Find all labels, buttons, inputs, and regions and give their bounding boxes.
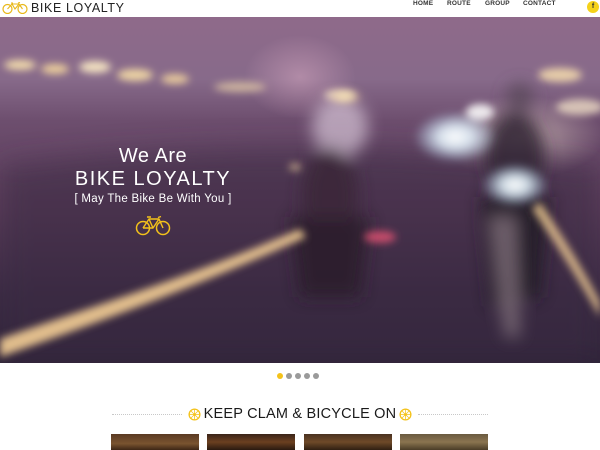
slider-dot[interactable]	[313, 373, 319, 379]
slider-pagination	[277, 373, 319, 379]
section-title: KEEP CLAM & BICYCLE ON	[203, 406, 397, 422]
gallery-thumbnail[interactable]	[304, 434, 392, 450]
site-header: BIKE LOYALTY HOME ROUTE GROUP CONTACT f	[0, 0, 600, 17]
slider-dot[interactable]	[286, 373, 292, 379]
bicycle-icon	[2, 1, 28, 14]
gallery-thumbnail[interactable]	[207, 434, 295, 450]
facebook-icon[interactable]: f	[587, 1, 599, 13]
logo-text: BIKE LOYALTY	[31, 0, 125, 15]
gallery-thumbnail[interactable]	[400, 434, 488, 450]
logo[interactable]: BIKE LOYALTY	[2, 0, 125, 15]
gallery-thumbnails	[111, 434, 489, 450]
nav-route[interactable]: ROUTE	[447, 0, 471, 7]
bicycle-icon	[135, 215, 171, 236]
section-heading: KEEP CLAM & BICYCLE ON	[0, 405, 600, 423]
slider-dot[interactable]	[277, 373, 283, 379]
hero-caption: We Are BIKE LOYALTY [ May The Bike Be Wi…	[0, 144, 306, 236]
wheel-icon	[188, 407, 201, 421]
nav-contact[interactable]: CONTACT	[523, 0, 556, 7]
hero-tagline: [ May The Bike Be With You ]	[74, 193, 232, 205]
nav-group[interactable]: GROUP	[485, 0, 510, 7]
slider-dot[interactable]	[304, 373, 310, 379]
nav-home[interactable]: HOME	[413, 0, 433, 7]
slider-dot[interactable]	[295, 373, 301, 379]
wheel-icon	[399, 407, 412, 421]
gallery-thumbnail[interactable]	[111, 434, 199, 450]
section-title-wrap: KEEP CLAM & BICYCLE ON	[183, 405, 417, 423]
divider-left	[112, 414, 182, 415]
hero-heading-line2: BIKE LOYALTY	[74, 168, 232, 190]
divider-right	[418, 414, 488, 415]
hero-slide: We Are BIKE LOYALTY [ May The Bike Be Wi…	[0, 17, 600, 363]
hero-heading-line1: We Are	[118, 145, 188, 167]
